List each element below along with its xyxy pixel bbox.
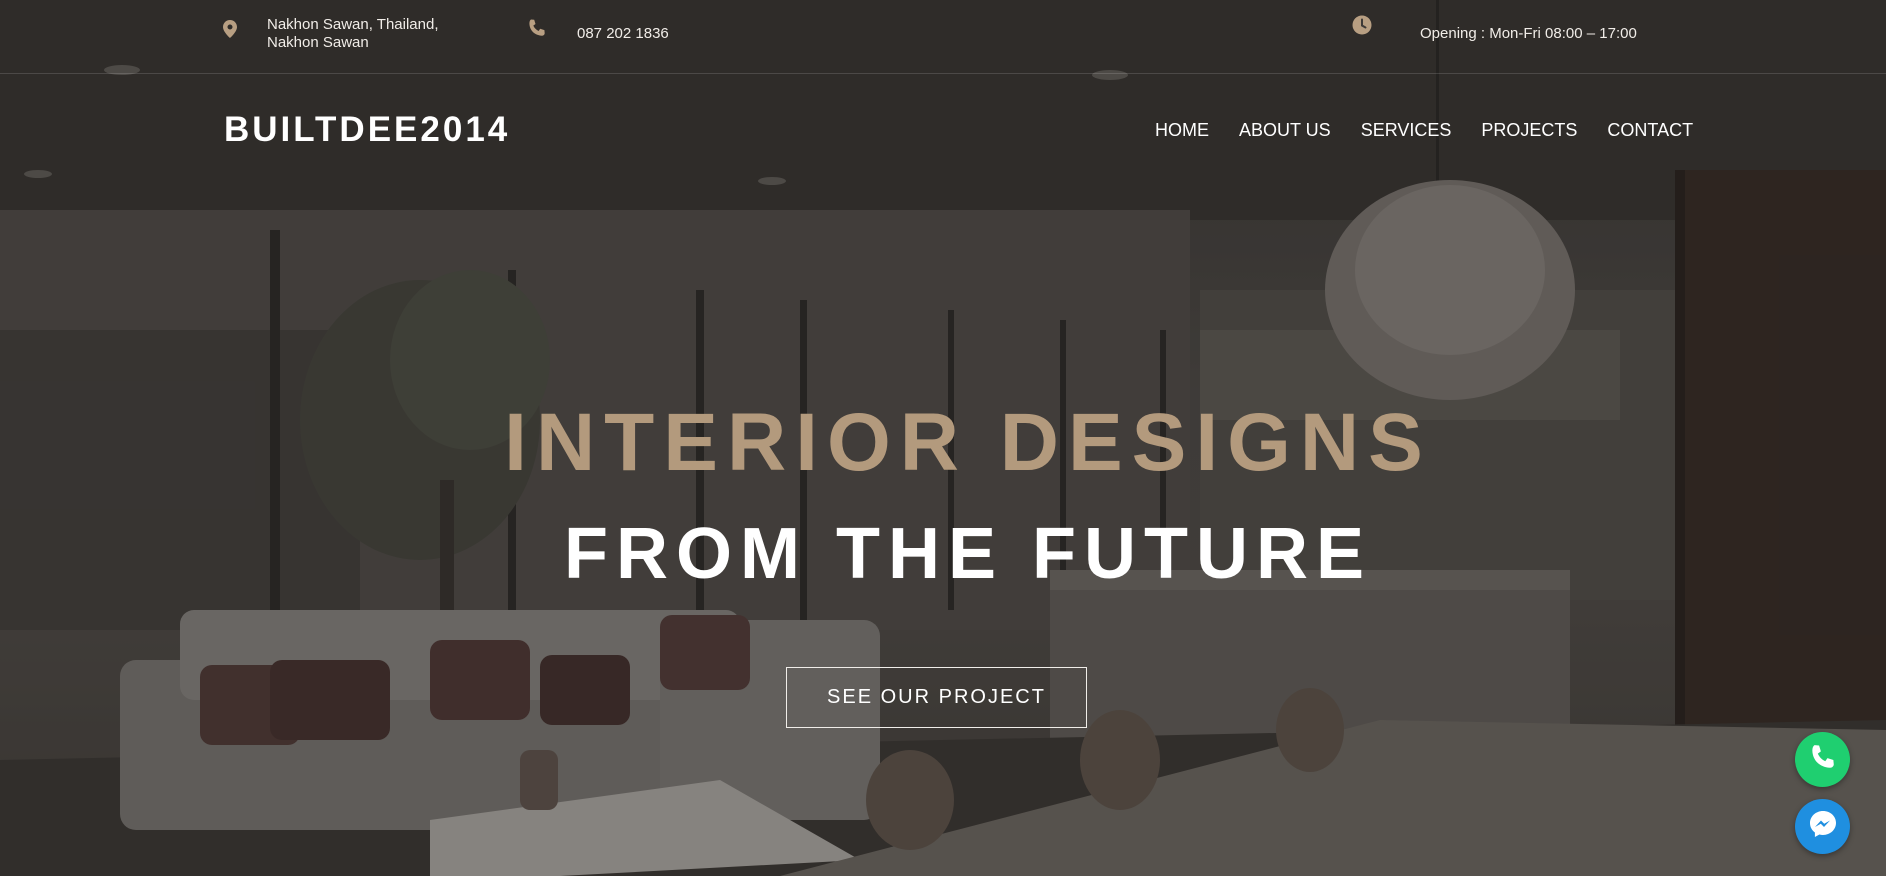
floating-phone-button[interactable] — [1795, 732, 1850, 787]
nav-services[interactable]: SERVICES — [1361, 118, 1452, 142]
site-logo[interactable]: BUILTDEE2014 — [224, 110, 510, 150]
clock-icon — [1352, 15, 1372, 35]
phone-call-icon — [1809, 743, 1837, 776]
nav-contact[interactable]: CONTACT — [1607, 118, 1693, 142]
hero-subheadline: FROM THE FUTURE — [564, 514, 1372, 594]
map-pin-icon — [223, 20, 237, 38]
see-our-project-button[interactable]: SEE OUR PROJECT — [786, 667, 1087, 728]
nav-about-us[interactable]: ABOUT US — [1239, 118, 1331, 142]
messenger-icon — [1808, 809, 1838, 844]
opening-hours: Opening : Mon-Fri 08:00 – 17:00 — [1420, 25, 1637, 42]
address-line2: Nakhon Sawan — [267, 34, 369, 51]
phone-icon — [527, 18, 547, 38]
floating-messenger-button[interactable] — [1795, 799, 1850, 854]
phone-number[interactable]: 087 202 1836 — [577, 25, 669, 43]
main-nav: HOME ABOUT US SERVICES PROJECTS CONTACT — [1155, 118, 1693, 142]
nav-projects[interactable]: PROJECTS — [1481, 118, 1577, 142]
address-line1: Nakhon Sawan, Thailand, — [267, 16, 439, 33]
top-info-bar: Nakhon Sawan, Thailand, Nakhon Sawan 087… — [0, 0, 1886, 74]
nav-home[interactable]: HOME — [1155, 118, 1209, 142]
hero-headline: INTERIOR DESIGNS — [504, 397, 1432, 488]
address-text: Nakhon Sawan, Thailand, Nakhon Sawan — [267, 16, 487, 52]
